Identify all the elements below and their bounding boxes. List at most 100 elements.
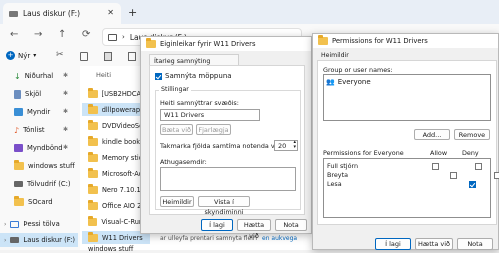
share-folder-label: Samnýta möppuna bbox=[165, 72, 232, 80]
allow-full-control-checkbox[interactable] bbox=[432, 162, 439, 170]
folder-icon bbox=[88, 103, 98, 114]
spinner-arrows-icon[interactable]: ▴ ▾ bbox=[293, 140, 296, 150]
ok-button[interactable]: Í lagi bbox=[201, 219, 233, 231]
new-button[interactable]: + Nýr ▾ bbox=[6, 51, 36, 60]
file-name: windows stuff bbox=[88, 244, 134, 253]
list-item[interactable]: 👥 Everyone bbox=[326, 77, 376, 86]
sidebar-item-laus-diskur[interactable]: › Laus diskur (F:) bbox=[0, 233, 78, 247]
remove-share-button[interactable]: Fjarlægja bbox=[196, 124, 231, 135]
caching-button[interactable]: Vista í skyndiminni bbox=[198, 196, 250, 216]
status-text: ar ulleyfa prentari samnyta fleiri bbox=[160, 235, 258, 242]
deny-full-control-checkbox[interactable] bbox=[475, 162, 483, 170]
user-limit-value: 20 bbox=[278, 142, 287, 150]
pictures-icon bbox=[14, 108, 23, 116]
comments-label: Athugasemdir: bbox=[160, 158, 207, 166]
pin-icon: ✱ bbox=[63, 72, 69, 79]
sidebar-item-skjol[interactable]: Skjöl bbox=[14, 87, 41, 101]
permissions-dialog: Permissions for W11 Drivers Heimildir sa… bbox=[312, 33, 499, 250]
advanced-sharing-panel: Samnýta möppuna Stillingar Heiti samnýtt… bbox=[149, 65, 305, 216]
sidebar-item-label: Tölvudrif (C:) bbox=[27, 180, 71, 188]
refresh-icon[interactable]: ⟳ bbox=[82, 29, 90, 40]
ok-button[interactable]: Í lagi bbox=[375, 238, 411, 250]
cut-icon[interactable]: ✂ bbox=[56, 50, 64, 60]
folder-icon bbox=[318, 35, 328, 45]
permissions-button[interactable]: Heimildir bbox=[160, 196, 194, 207]
sidebar-item-tonlist[interactable]: ♪ Tónlist bbox=[14, 123, 45, 137]
navigation-pane: ↓ Niðurhal Skjöl Myndir ♪ Tónlist Myndbö… bbox=[0, 66, 78, 250]
dialog-title: Eiginleikar fyrir W11 Drivers bbox=[160, 40, 256, 48]
sidebar-item-socard[interactable]: SOcard bbox=[14, 195, 53, 209]
address-separator: › bbox=[122, 33, 125, 41]
back-icon[interactable]: ← bbox=[10, 29, 18, 40]
plus-circle-icon: + bbox=[6, 51, 15, 60]
user-limit-spinner[interactable]: 20 ▴ ▾ bbox=[274, 140, 298, 151]
computer-icon bbox=[10, 220, 20, 228]
permissions-list: Full stjórn Breyta Lesa bbox=[323, 158, 499, 218]
tab-bar: Laus diskur (F:) ✕ + bbox=[0, 0, 499, 24]
file-name: W11 Drivers bbox=[102, 233, 143, 242]
user-limit-label: Takmarka fjölda samtíma notenda við: bbox=[160, 142, 283, 150]
share-folder-checkbox[interactable]: Samnýta möppuna bbox=[155, 72, 232, 80]
user-name: Everyone bbox=[337, 77, 371, 86]
forward-icon[interactable]: → bbox=[34, 29, 42, 40]
sidebar-item-windows-stuff[interactable]: windows stuff bbox=[14, 159, 75, 173]
copy-icon[interactable] bbox=[80, 52, 88, 61]
rename-icon[interactable] bbox=[128, 52, 136, 61]
folder-icon bbox=[88, 87, 98, 98]
share-permissions-panel: Group or user names: 👥 Everyone Add... R… bbox=[317, 60, 499, 225]
sidebar-item-label: Myndbönd bbox=[27, 144, 63, 152]
sidebar-item-nidurhal[interactable]: ↓ Niðurhal bbox=[14, 69, 53, 83]
up-icon[interactable]: ↑ bbox=[58, 29, 66, 40]
permission-full-control: Full stjórn bbox=[327, 162, 359, 170]
add-share-button[interactable]: Bæta við bbox=[160, 124, 193, 135]
sidebar-item-myndbond[interactable]: Myndbönd bbox=[14, 141, 63, 155]
folder-icon bbox=[88, 215, 98, 226]
dialog-title: Permissions for W11 Drivers bbox=[332, 37, 428, 45]
users-icon: 👥 bbox=[326, 77, 335, 86]
cancel-button[interactable]: Hætta við bbox=[237, 219, 271, 240]
cancel-button[interactable]: Hætta við bbox=[415, 238, 453, 250]
tab-title: Laus diskur (F:) bbox=[23, 9, 81, 18]
sidebar-item-label: Niðurhal bbox=[24, 72, 54, 80]
share-name-field[interactable]: W11 Drivers bbox=[160, 109, 260, 121]
close-icon[interactable]: ✕ bbox=[107, 8, 114, 17]
apply-button[interactable]: Nota bbox=[457, 238, 493, 250]
pin-icon: ✱ bbox=[63, 108, 69, 115]
add-user-button[interactable]: Add... bbox=[414, 129, 450, 140]
folder-icon bbox=[88, 167, 98, 178]
users-list[interactable]: 👥 Everyone bbox=[323, 74, 491, 121]
folder-icon bbox=[88, 151, 98, 162]
allow-header: Allow bbox=[430, 149, 448, 157]
sidebar-item-thessi-tolva[interactable]: › Þessi tölva bbox=[4, 217, 60, 231]
deny-header: Deny bbox=[462, 149, 479, 157]
checkbox-checked[interactable] bbox=[155, 72, 162, 80]
paste-icon[interactable] bbox=[104, 52, 112, 61]
chevron-right-icon: › bbox=[4, 220, 7, 228]
download-icon: ↓ bbox=[14, 71, 21, 81]
folder-icon bbox=[88, 231, 98, 242]
drive-icon bbox=[10, 237, 20, 243]
sidebar-item-myndir[interactable]: Myndir bbox=[14, 105, 50, 119]
comments-field[interactable] bbox=[160, 167, 296, 191]
apply-button[interactable]: Nota bbox=[275, 219, 307, 231]
permission-read: Lesa bbox=[327, 180, 342, 188]
status-link[interactable]: en aukvega bbox=[262, 235, 297, 242]
dialog-titlebar: Eiginleikar fyrir W11 Drivers bbox=[141, 37, 311, 51]
file-name: kindle books bbox=[102, 137, 144, 146]
remove-user-button[interactable]: Remove bbox=[454, 129, 490, 140]
folder-icon bbox=[146, 38, 156, 48]
allow-change-checkbox[interactable] bbox=[450, 171, 458, 179]
allow-read-checkbox[interactable] bbox=[468, 180, 476, 188]
deny-change-checkbox[interactable] bbox=[493, 171, 499, 179]
share-name-label: Heiti samnýttrar svæðis: bbox=[160, 99, 239, 107]
chevron-down-icon: ▾ bbox=[33, 52, 37, 59]
sidebar-item-tolvudrif[interactable]: Tölvudrif (C:) bbox=[14, 177, 71, 191]
tab-laus-diskur[interactable]: Laus diskur (F:) ✕ bbox=[3, 3, 121, 24]
pin-icon: ✱ bbox=[63, 90, 69, 97]
music-icon: ♪ bbox=[14, 125, 20, 135]
folder-icon bbox=[14, 196, 24, 206]
sidebar-item-label: Laus diskur (F:) bbox=[23, 236, 76, 244]
add-tab-button[interactable]: + bbox=[128, 6, 137, 19]
settings-legend: Stillingar bbox=[159, 86, 191, 93]
column-header-name[interactable]: Heiti bbox=[96, 71, 111, 79]
